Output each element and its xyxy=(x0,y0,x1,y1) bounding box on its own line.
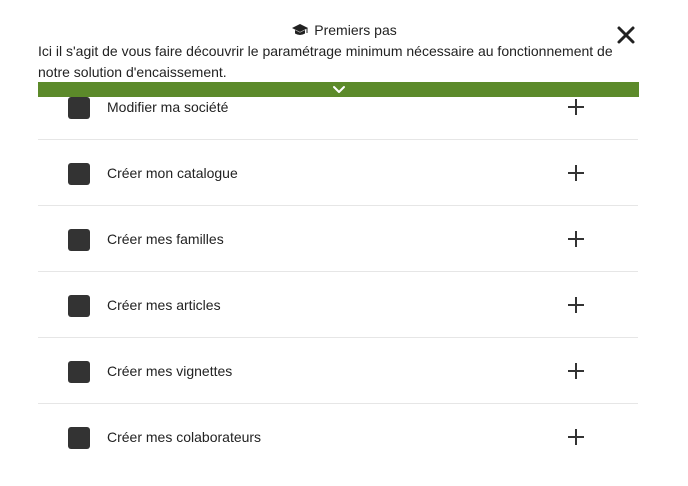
step-label[interactable]: Modifier ma société xyxy=(107,99,228,115)
step-checkbox[interactable] xyxy=(68,295,90,317)
step-checkbox[interactable] xyxy=(68,427,90,449)
step-checkbox[interactable] xyxy=(68,163,90,185)
plus-icon[interactable] xyxy=(566,427,586,447)
plus-icon[interactable] xyxy=(566,295,586,315)
steps-list: Modifier ma société Créer mon catalogue … xyxy=(38,74,638,470)
step-item[interactable]: Créer mon catalogue xyxy=(38,140,638,206)
dialog-header: Premiers pas xyxy=(0,20,688,40)
collapse-bar[interactable] xyxy=(38,82,639,97)
step-item[interactable]: Créer mes colaborateurs xyxy=(38,404,638,470)
step-label[interactable]: Créer mes vignettes xyxy=(107,363,232,379)
step-checkbox[interactable] xyxy=(68,229,90,251)
step-label[interactable]: Créer mes colaborateurs xyxy=(107,429,261,445)
plus-icon[interactable] xyxy=(566,163,586,183)
step-item[interactable]: Créer mes articles xyxy=(38,272,638,338)
plus-icon[interactable] xyxy=(566,361,586,381)
graduation-cap-icon xyxy=(292,24,309,35)
plus-icon[interactable] xyxy=(566,97,586,117)
chevron-down-icon[interactable] xyxy=(332,85,346,95)
getting-started-dialog: Modifier ma société Créer mon catalogue … xyxy=(0,0,688,486)
step-item[interactable]: Créer mes vignettes xyxy=(38,338,638,404)
step-label[interactable]: Créer mon catalogue xyxy=(107,165,238,181)
intro-text: Ici il s'agit de vous faire découvrir le… xyxy=(38,43,613,80)
step-checkbox[interactable] xyxy=(68,361,90,383)
step-item[interactable]: Créer mes familles xyxy=(38,206,638,272)
step-label[interactable]: Créer mes familles xyxy=(107,231,224,247)
step-checkbox[interactable] xyxy=(68,97,90,119)
step-label[interactable]: Créer mes articles xyxy=(107,297,221,313)
dialog-title: Premiers pas xyxy=(314,22,397,38)
plus-icon[interactable] xyxy=(566,229,586,249)
